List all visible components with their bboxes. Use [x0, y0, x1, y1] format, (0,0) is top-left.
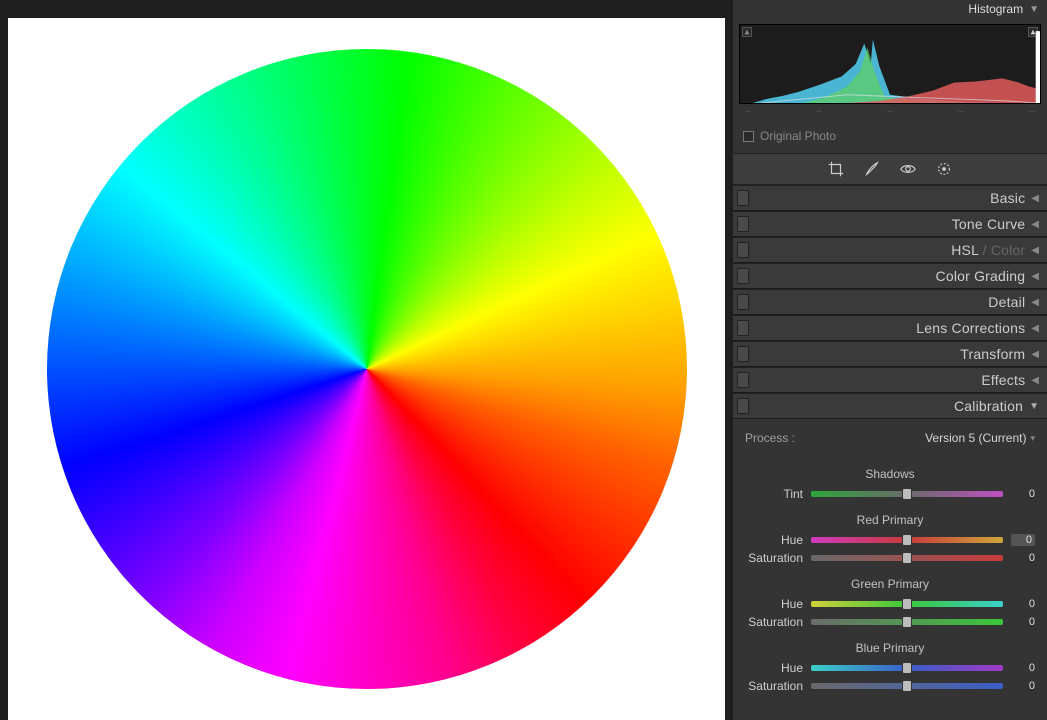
green-sat-label: Saturation	[745, 615, 803, 629]
red-sat-value[interactable]: 0	[1011, 552, 1035, 564]
green-primary-title: Green Primary	[745, 577, 1035, 591]
blue-hue-label: Hue	[745, 661, 803, 675]
red-sat-slider[interactable]	[811, 555, 1003, 561]
panel-toggle[interactable]	[737, 320, 749, 336]
original-photo-label: Original Photo	[760, 129, 836, 143]
slider-thumb[interactable]	[902, 662, 912, 674]
panel-toggle[interactable]	[737, 294, 749, 310]
panel-toggle[interactable]	[737, 268, 749, 284]
blue-sat-value[interactable]: 0	[1011, 680, 1035, 692]
blue-primary-title: Blue Primary	[745, 641, 1035, 655]
histogram-ticks: –––––	[739, 104, 1041, 119]
chevron-left-icon	[1031, 193, 1039, 204]
histogram-display[interactable]	[739, 24, 1041, 104]
panel-color-grading[interactable]: Color Grading	[733, 263, 1047, 289]
blue-sat-label: Saturation	[745, 679, 803, 693]
tint-label: Tint	[745, 487, 803, 501]
chevron-left-icon	[1031, 245, 1039, 256]
tint-slider[interactable]	[811, 491, 1003, 497]
chevron-down-icon	[1029, 401, 1039, 412]
tint-value[interactable]: 0	[1011, 488, 1035, 500]
slider-thumb[interactable]	[902, 488, 912, 500]
tool-strip	[733, 153, 1047, 185]
chevron-left-icon	[1031, 349, 1039, 360]
slider-thumb[interactable]	[902, 598, 912, 610]
image-canvas[interactable]	[0, 0, 733, 720]
red-hue-value[interactable]: 0	[1011, 534, 1035, 546]
color-wheel-image	[47, 49, 687, 689]
panel-toggle[interactable]	[737, 398, 749, 414]
panel-transform[interactable]: Transform	[733, 341, 1047, 367]
panel-detail[interactable]: Detail	[733, 289, 1047, 315]
red-hue-label: Hue	[745, 533, 803, 547]
slider-thumb[interactable]	[902, 616, 912, 628]
histogram-title: Histogram	[968, 2, 1023, 16]
green-hue-value[interactable]: 0	[1011, 598, 1035, 610]
panel-toggle[interactable]	[737, 346, 749, 362]
original-photo-checkbox[interactable]	[743, 131, 754, 142]
panel-lens-corrections[interactable]: Lens Corrections	[733, 315, 1047, 341]
red-primary-title: Red Primary	[745, 513, 1035, 527]
red-sat-label: Saturation	[745, 551, 803, 565]
chevron-down-icon: ▼	[1029, 4, 1039, 15]
blue-hue-value[interactable]: 0	[1011, 662, 1035, 674]
green-sat-value[interactable]: 0	[1011, 616, 1035, 628]
histogram-header[interactable]: Histogram ▼	[733, 0, 1047, 18]
blue-sat-slider[interactable]	[811, 683, 1003, 689]
brush-icon[interactable]	[863, 160, 881, 178]
slider-thumb[interactable]	[902, 680, 912, 692]
dropdown-caret-icon: ▾	[1030, 433, 1035, 444]
radial-icon[interactable]	[935, 160, 953, 178]
eye-icon[interactable]	[899, 160, 917, 178]
green-sat-slider[interactable]	[811, 619, 1003, 625]
chevron-left-icon	[1031, 297, 1039, 308]
green-hue-slider[interactable]	[811, 601, 1003, 607]
chevron-left-icon	[1031, 271, 1039, 282]
crop-icon[interactable]	[827, 160, 845, 178]
slider-thumb[interactable]	[902, 534, 912, 546]
chevron-left-icon	[1031, 323, 1039, 334]
panel-toggle[interactable]	[737, 216, 749, 232]
slider-thumb[interactable]	[902, 552, 912, 564]
chevron-left-icon	[1031, 375, 1039, 386]
panel-calibration[interactable]: Calibration	[733, 393, 1047, 419]
process-label: Process :	[745, 431, 795, 445]
panel-tone-curve[interactable]: Tone Curve	[733, 211, 1047, 237]
shadows-group-title: Shadows	[745, 467, 1035, 481]
panel-toggle[interactable]	[737, 242, 749, 258]
chevron-left-icon	[1031, 219, 1039, 230]
process-version-dropdown[interactable]: Version 5 (Current) ▾	[925, 431, 1035, 445]
panel-toggle[interactable]	[737, 372, 749, 388]
green-hue-label: Hue	[745, 597, 803, 611]
red-hue-slider[interactable]	[811, 537, 1003, 543]
panel-effects[interactable]: Effects	[733, 367, 1047, 393]
blue-hue-slider[interactable]	[811, 665, 1003, 671]
panel-hsl-color[interactable]: HSL / Color	[733, 237, 1047, 263]
image-sheet	[8, 18, 725, 720]
panel-basic[interactable]: Basic	[733, 185, 1047, 211]
panel-toggle[interactable]	[737, 190, 749, 206]
